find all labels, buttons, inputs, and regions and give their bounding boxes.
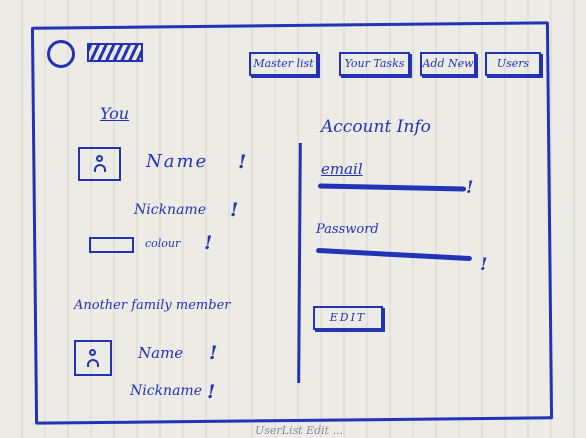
- family-name-required-mark: !: [209, 342, 218, 364]
- sketch-sheet: Master list Your Tasks Add New Users You…: [0, 0, 586, 438]
- account-info-heading: Account Info: [321, 117, 431, 137]
- edit-button[interactable]: EDIT: [313, 306, 383, 330]
- family-name-field[interactable]: Name: [138, 344, 183, 362]
- family-nickname-required-mark: !: [207, 381, 216, 403]
- your-nickname-field[interactable]: Nickname: [134, 202, 206, 218]
- colour-required-mark: !: [204, 232, 213, 254]
- email-label: email: [321, 160, 363, 178]
- logo-icon[interactable]: [47, 40, 75, 68]
- family-nickname-field[interactable]: Nickname: [130, 383, 202, 399]
- colour-swatch[interactable]: [89, 237, 134, 253]
- family-member-avatar[interactable]: [74, 340, 112, 376]
- person-icon: [89, 349, 96, 356]
- colour-label: colour: [145, 237, 181, 250]
- person-body-icon: [87, 359, 99, 367]
- your-name-required-mark: !: [238, 151, 247, 173]
- password-label: Password: [316, 222, 379, 237]
- email-required-mark: !: [466, 178, 474, 198]
- person-icon: [95, 155, 103, 162]
- password-required-mark: !: [480, 255, 488, 275]
- nav-users-button[interactable]: Users: [485, 52, 541, 76]
- family-member-heading: Another family member: [74, 298, 231, 313]
- page-caption: UserList Edit ...: [255, 424, 344, 437]
- app-title-placeholder: [87, 43, 143, 62]
- your-name-field[interactable]: Name: [146, 151, 208, 172]
- nav-add-new-button[interactable]: Add New: [420, 52, 476, 76]
- nav-master-list-button[interactable]: Master list: [249, 52, 318, 76]
- nav-your-tasks-button[interactable]: Your Tasks: [339, 52, 410, 76]
- your-nickname-required-mark: !: [230, 199, 239, 221]
- you-heading: You: [100, 104, 130, 123]
- person-body-icon: [93, 164, 106, 172]
- your-avatar[interactable]: [78, 147, 121, 181]
